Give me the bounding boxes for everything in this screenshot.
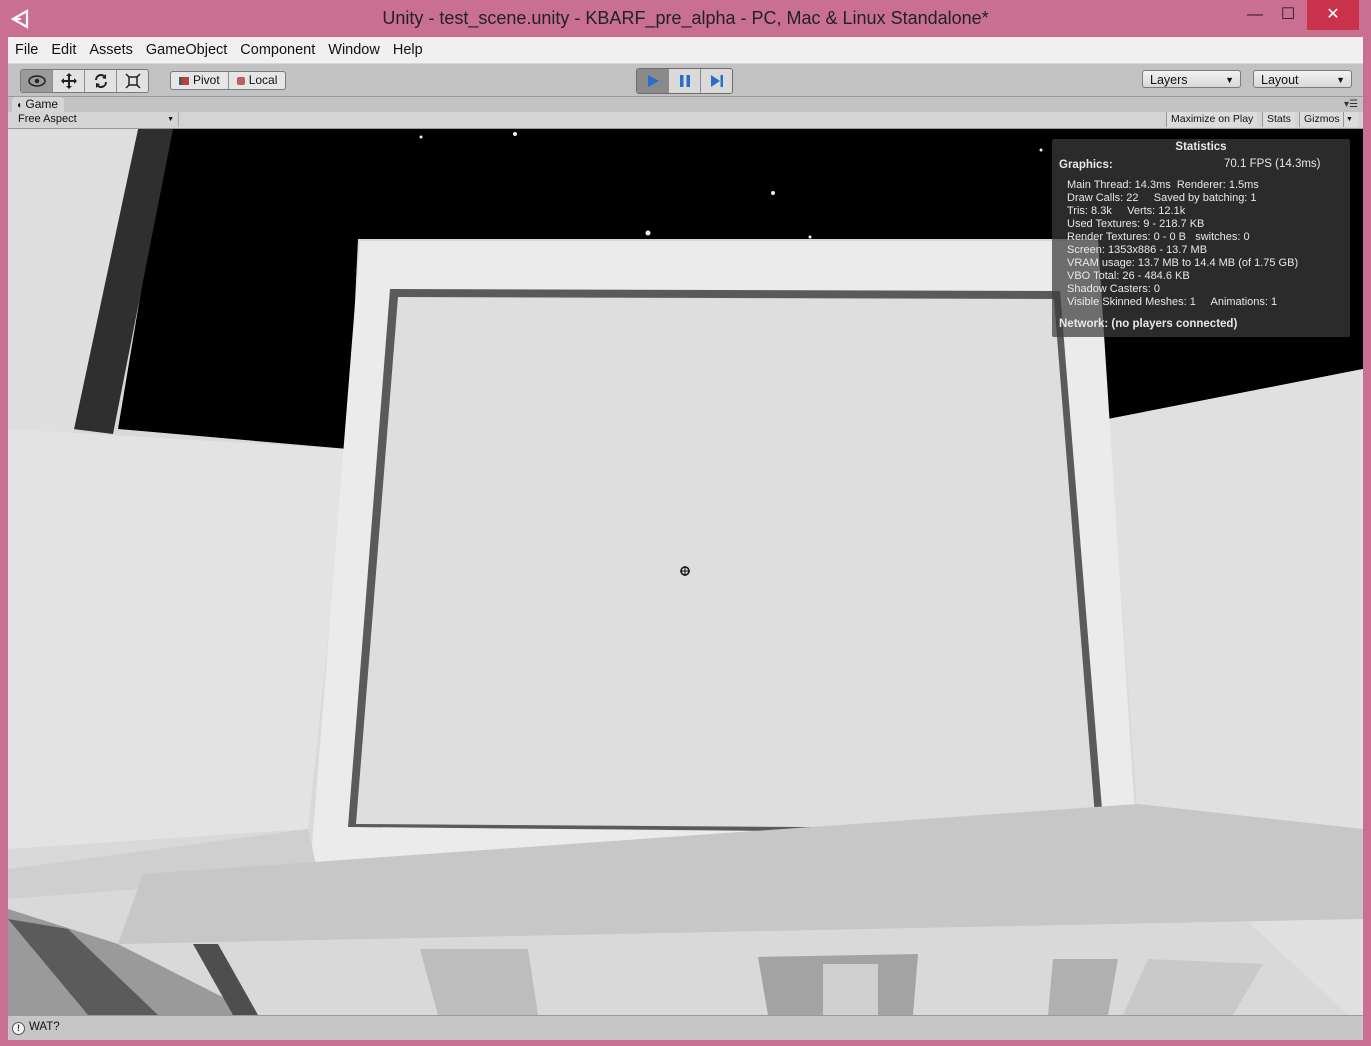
layout-dropdown[interactable]: Layout ▼ — [1253, 70, 1352, 88]
menu-assets[interactable]: Assets — [83, 37, 139, 63]
graphics-label: Graphics: — [1059, 159, 1113, 171]
rotate-icon — [94, 74, 107, 88]
layout-label: Layout — [1261, 73, 1299, 87]
pivot-button[interactable]: Pivot — [171, 72, 229, 89]
network-status: Network: (no players connected) — [1059, 318, 1238, 330]
chevron-down-icon: ▼ — [1225, 75, 1234, 85]
statistics-title: Statistics — [1175, 141, 1227, 153]
local-label: Local — [248, 73, 278, 87]
stats-button[interactable]: Stats — [1262, 112, 1295, 127]
pause-icon — [679, 75, 690, 87]
maximize-button[interactable]: ☐ — [1265, 0, 1311, 30]
scale-tool-button[interactable] — [117, 70, 148, 92]
step-button[interactable] — [701, 69, 732, 93]
pivot-toggle-group: Pivot Local — [170, 71, 287, 90]
stat-vram: VRAM usage: 13.7 MB to 14.4 MB (of 1.75 … — [1067, 257, 1299, 269]
statistics-overlay: Statistics Graphics: 70.1 FPS (14.3ms) M… — [1052, 139, 1350, 337]
menu-edit[interactable]: Edit — [45, 37, 82, 63]
pause-button[interactable] — [669, 69, 701, 93]
info-icon: ! — [12, 1022, 25, 1035]
game-viewport[interactable]: Statistics Graphics: 70.1 FPS (14.3ms) M… — [8, 129, 1363, 1015]
gizmos-button[interactable]: Gizmos — [1299, 112, 1344, 127]
play-icon — [647, 75, 659, 87]
game-view-toolbar: Free Aspect ▼ Maximize on Play Stats Gizm… — [8, 112, 1363, 129]
menu-bar: File Edit Assets GameObject Component Window H… — [8, 37, 1363, 64]
layers-label: Layers — [1150, 73, 1188, 87]
crosshair-icon — [680, 566, 690, 576]
transform-tools — [20, 69, 149, 93]
stat-main-thread: Main Thread: 14.3ms Renderer: 1.5ms — [1067, 179, 1259, 191]
stat-vbo: VBO Total: 26 - 484.6 KB — [1067, 270, 1190, 282]
menu-window[interactable]: Window — [322, 37, 386, 63]
menu-file[interactable]: File — [9, 37, 44, 63]
pivot-icon — [179, 76, 189, 85]
stat-tris: Tris: 8.3k Verts: 12.1k — [1067, 205, 1186, 217]
window-title: Unity - test_scene.unity - KBARF_pre_alp… — [382, 8, 989, 28]
title-bar[interactable]: Unity - test_scene.unity - KBARF_pre_alp… — [0, 0, 1371, 37]
game-tab-label: Game — [25, 97, 59, 111]
window-bottom-edge — [0, 1040, 1371, 1046]
aspect-dropdown[interactable]: Free Aspect ▼ — [12, 112, 179, 127]
move-tool-button[interactable] — [53, 70, 85, 92]
playback-controls — [636, 68, 733, 94]
stat-draw-calls: Draw Calls: 22 Saved by batching: 1 — [1067, 192, 1257, 204]
menu-component[interactable]: Component — [234, 37, 321, 63]
status-message: WAT? — [29, 1021, 60, 1033]
gizmos-dropdown-arrow[interactable]: ▼ — [1343, 112, 1358, 127]
stat-used-textures: Used Textures: 9 - 218.7 KB — [1067, 218, 1205, 230]
game-tab-bar: ◖ Game ▾☰ — [8, 97, 1363, 112]
tab-game[interactable]: ◖ Game — [12, 97, 65, 112]
maximize-on-play-button[interactable]: Maximize on Play — [1166, 112, 1258, 127]
stat-screen: Screen: 1353x886 - 13.7 MB — [1067, 244, 1208, 256]
view-tool-button[interactable] — [21, 70, 53, 92]
move-icon — [60, 73, 77, 89]
scale-icon — [124, 73, 141, 89]
chevron-down-icon: ▼ — [167, 116, 174, 123]
menu-help[interactable]: Help — [387, 37, 429, 63]
rotate-tool-button[interactable] — [85, 70, 117, 92]
stat-shadow-casters: Shadow Casters: 0 — [1067, 283, 1160, 295]
local-cube-icon — [236, 76, 245, 85]
close-button[interactable]: ✕ — [1307, 0, 1359, 30]
aspect-label: Free Aspect — [18, 113, 77, 125]
panel-menu-icon[interactable]: ▾☰ — [1344, 99, 1358, 110]
unity-window: Unity - test_scene.unity - KBARF_pre_alp… — [0, 0, 1371, 1046]
chevron-down-icon: ▼ — [1336, 75, 1345, 85]
main-toolbar: Pivot Local Layers ▼ Layout ▼ — [8, 64, 1363, 97]
fps-value: 70.1 FPS (14.3ms) — [1224, 158, 1321, 170]
view-eye-icon — [27, 75, 46, 87]
game-pacman-icon: ◖ — [16, 100, 23, 111]
layers-dropdown[interactable]: Layers ▼ — [1142, 70, 1241, 88]
menu-gameobject[interactable]: GameObject — [140, 37, 233, 63]
pivot-label: Pivot — [193, 73, 220, 87]
stat-render-textures: Render Textures: 0 - 0 B switches: 0 — [1067, 231, 1250, 243]
stat-skinned-meshes: Visible Skinned Meshes: 1 Animations: 1 — [1067, 296, 1278, 308]
local-button[interactable]: Local — [229, 72, 286, 89]
step-icon — [710, 75, 723, 87]
status-bar[interactable]: ! WAT? — [8, 1015, 1363, 1040]
play-button[interactable] — [637, 69, 669, 93]
statistics-lines: Main Thread: 14.3ms Renderer: 1.5ms Draw… — [1067, 179, 1298, 309]
